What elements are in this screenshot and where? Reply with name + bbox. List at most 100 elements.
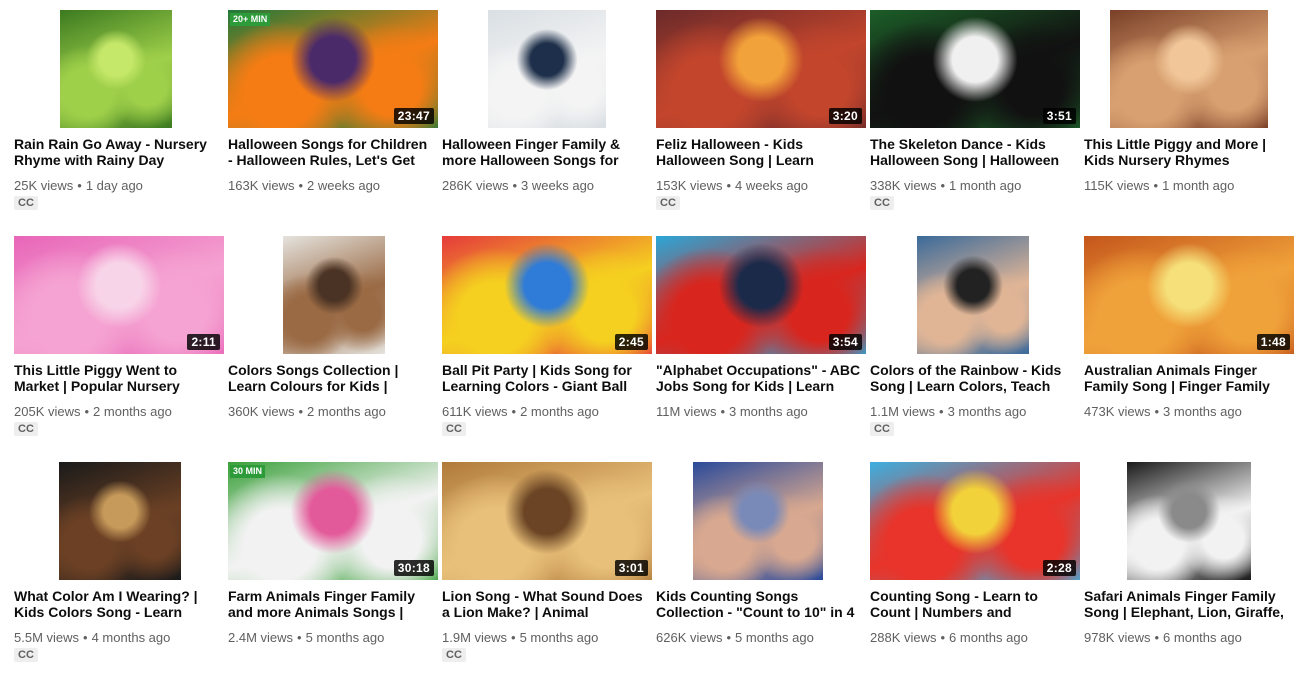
video-title[interactable]: Ball Pit Party | Kids Song for Learning … [442, 362, 648, 394]
metadata-separator: • [940, 630, 946, 645]
video-card[interactable]: 3:20 Feliz Halloween - Kids Halloween Son… [656, 0, 866, 226]
video-card[interactable]: Rain Rain Go Away - Nursery Rhyme with R… [14, 0, 224, 226]
video-title[interactable]: Farm Animals Finger Family and more Anim… [228, 588, 434, 620]
video-thumbnail[interactable] [1084, 10, 1294, 128]
metadata-separator: • [84, 404, 90, 419]
metadata-separator: • [726, 178, 732, 193]
video-card[interactable]: 2:11 This Little Piggy Went to Market | P… [14, 226, 224, 452]
upload-age: 1 month ago [949, 178, 1022, 193]
video-card[interactable]: Halloween Finger Family & more Halloween… [442, 0, 652, 226]
thumbnail-image [693, 462, 823, 580]
thumbnail-image [917, 236, 1029, 354]
video-duration: 2:45 [614, 334, 648, 350]
metadata-separator: • [297, 630, 302, 645]
video-title[interactable]: What Color Am I Wearing? | Kids Colors S… [14, 588, 220, 620]
upload-age: 3 months ago [729, 404, 808, 419]
video-metadata: 2.4M views • 5 months ago [228, 630, 384, 645]
video-thumbnail[interactable] [442, 10, 652, 128]
metadata-separator: • [512, 178, 518, 193]
view-count: 2.4M views [228, 630, 294, 645]
video-title[interactable]: Halloween Finger Family & more Halloween… [442, 136, 648, 168]
video-row: What Color Am I Wearing? | Kids Colors S… [14, 452, 1304, 678]
video-title[interactable]: Colors Songs Collection | Learn Colours … [228, 362, 434, 394]
video-thumbnail[interactable] [14, 462, 224, 580]
upload-age: 3 months ago [1163, 404, 1242, 419]
video-metadata: 286K views • 3 weeks ago [442, 178, 594, 193]
view-count: 153K views [656, 178, 723, 193]
video-row: Rain Rain Go Away - Nursery Rhyme with R… [14, 0, 1304, 226]
video-card[interactable]: 3:51 The Skeleton Dance - Kids Halloween … [870, 0, 1080, 226]
video-card[interactable]: 3:54 "Alphabet Occupations" - ABC Jobs So… [656, 226, 866, 452]
view-count: 1.9M views [442, 630, 508, 645]
video-title[interactable]: "Alphabet Occupations" - ABC Jobs Song f… [656, 362, 862, 394]
video-card[interactable]: This Little Piggy and More | Kids Nurser… [1084, 0, 1294, 226]
closed-captions-badge: CC [14, 648, 38, 662]
video-card[interactable]: 1:48 Australian Animals Finger Family Son… [1084, 226, 1294, 452]
closed-captions-badge: CC [14, 422, 38, 436]
video-thumbnail[interactable]: 30 MIN 30:18 [228, 462, 438, 580]
video-duration: 23:47 [393, 108, 434, 124]
video-title[interactable]: This Little Piggy and More | Kids Nurser… [1084, 136, 1290, 168]
video-metadata: 163K views • 2 weeks ago [228, 178, 380, 193]
metadata-separator: • [720, 404, 726, 419]
view-count: 25K views [14, 178, 74, 193]
video-thumbnail[interactable]: 3:20 [656, 10, 866, 128]
metadata-separator: • [1153, 178, 1159, 193]
video-card[interactable]: Colors Songs Collection | Learn Colours … [228, 226, 438, 452]
video-title[interactable]: Lion Song - What Sound Does a Lion Make?… [442, 588, 648, 620]
video-card[interactable]: 20+ MIN 23:47 Halloween Songs for Children… [228, 0, 438, 226]
video-card[interactable]: Kids Counting Songs Collection - "Count … [656, 452, 866, 678]
video-title[interactable]: Halloween Songs for Children - Halloween… [228, 136, 434, 168]
video-title[interactable]: Safari Animals Finger Family Song | Elep… [1084, 588, 1290, 620]
video-duration: 1:48 [1256, 334, 1290, 350]
video-title[interactable]: Kids Counting Songs Collection - "Count … [656, 588, 862, 620]
video-thumbnail[interactable]: 3:01 [442, 462, 652, 580]
metadata-separator: • [940, 178, 946, 193]
video-row: 2:11 This Little Piggy Went to Market | P… [14, 226, 1304, 452]
video-title[interactable]: Rain Rain Go Away - Nursery Rhyme with R… [14, 136, 220, 168]
video-thumbnail[interactable]: 3:51 [870, 10, 1080, 128]
video-thumbnail[interactable] [656, 462, 866, 580]
video-thumbnail[interactable] [870, 236, 1080, 354]
duration-label-badge: 20+ MIN [230, 13, 271, 26]
upload-age: 3 weeks ago [521, 178, 595, 193]
view-count: 115K views [1084, 178, 1150, 193]
video-card[interactable]: What Color Am I Wearing? | Kids Colors S… [14, 452, 224, 678]
video-card[interactable]: Colors of the Rainbow - Kids Song | Lear… [870, 226, 1080, 452]
video-title[interactable]: The Skeleton Dance - Kids Halloween Song… [870, 136, 1076, 168]
video-metadata: 626K views • 5 months ago [656, 630, 814, 645]
video-thumbnail[interactable]: 20+ MIN 23:47 [228, 10, 438, 128]
video-title[interactable]: Australian Animals Finger Family Song | … [1084, 362, 1290, 394]
video-card[interactable]: 3:01 Lion Song - What Sound Does a Lion M… [442, 452, 652, 678]
view-count: 1.1M views [870, 404, 936, 419]
video-thumbnail[interactable]: 3:54 [656, 236, 866, 354]
video-title[interactable]: Counting Song - Learn to Count | Numbers… [870, 588, 1076, 620]
metadata-separator: • [83, 630, 88, 645]
video-thumbnail[interactable] [14, 10, 224, 128]
video-card[interactable]: 2:28 Counting Song - Learn to Count | Num… [870, 452, 1080, 678]
video-title[interactable]: Colors of the Rainbow - Kids Song | Lear… [870, 362, 1076, 394]
view-count: 338K views [870, 178, 937, 193]
thumbnail-image [488, 10, 606, 128]
video-metadata: 473K views • 3 months ago [1084, 404, 1242, 419]
video-thumbnail[interactable]: 1:48 [1084, 236, 1294, 354]
video-card[interactable]: Safari Animals Finger Family Song | Elep… [1084, 452, 1294, 678]
video-thumbnail[interactable]: 2:11 [14, 236, 224, 354]
closed-captions-badge: CC [870, 422, 894, 436]
upload-age: 5 months ago [519, 630, 599, 645]
video-duration: 3:20 [828, 108, 862, 124]
metadata-separator: • [298, 404, 304, 419]
video-metadata: 5.5M views • 4 months ago [14, 630, 170, 645]
video-thumbnail[interactable] [1084, 462, 1294, 580]
video-card[interactable]: 30 MIN 30:18 Farm Animals Finger Family an… [228, 452, 438, 678]
video-card[interactable]: 2:45 Ball Pit Party | Kids Song for Learn… [442, 226, 652, 452]
video-thumbnail[interactable] [228, 236, 438, 354]
video-thumbnail[interactable]: 2:28 [870, 462, 1080, 580]
video-title[interactable]: Feliz Halloween - Kids Halloween Song | … [656, 136, 862, 168]
closed-captions-badge: CC [14, 196, 38, 210]
video-thumbnail[interactable]: 2:45 [442, 236, 652, 354]
video-title[interactable]: This Little Piggy Went to Market | Popul… [14, 362, 220, 394]
metadata-separator: • [939, 404, 944, 419]
video-metadata: 288K views • 6 months ago [870, 630, 1028, 645]
video-duration: 30:18 [393, 560, 434, 576]
